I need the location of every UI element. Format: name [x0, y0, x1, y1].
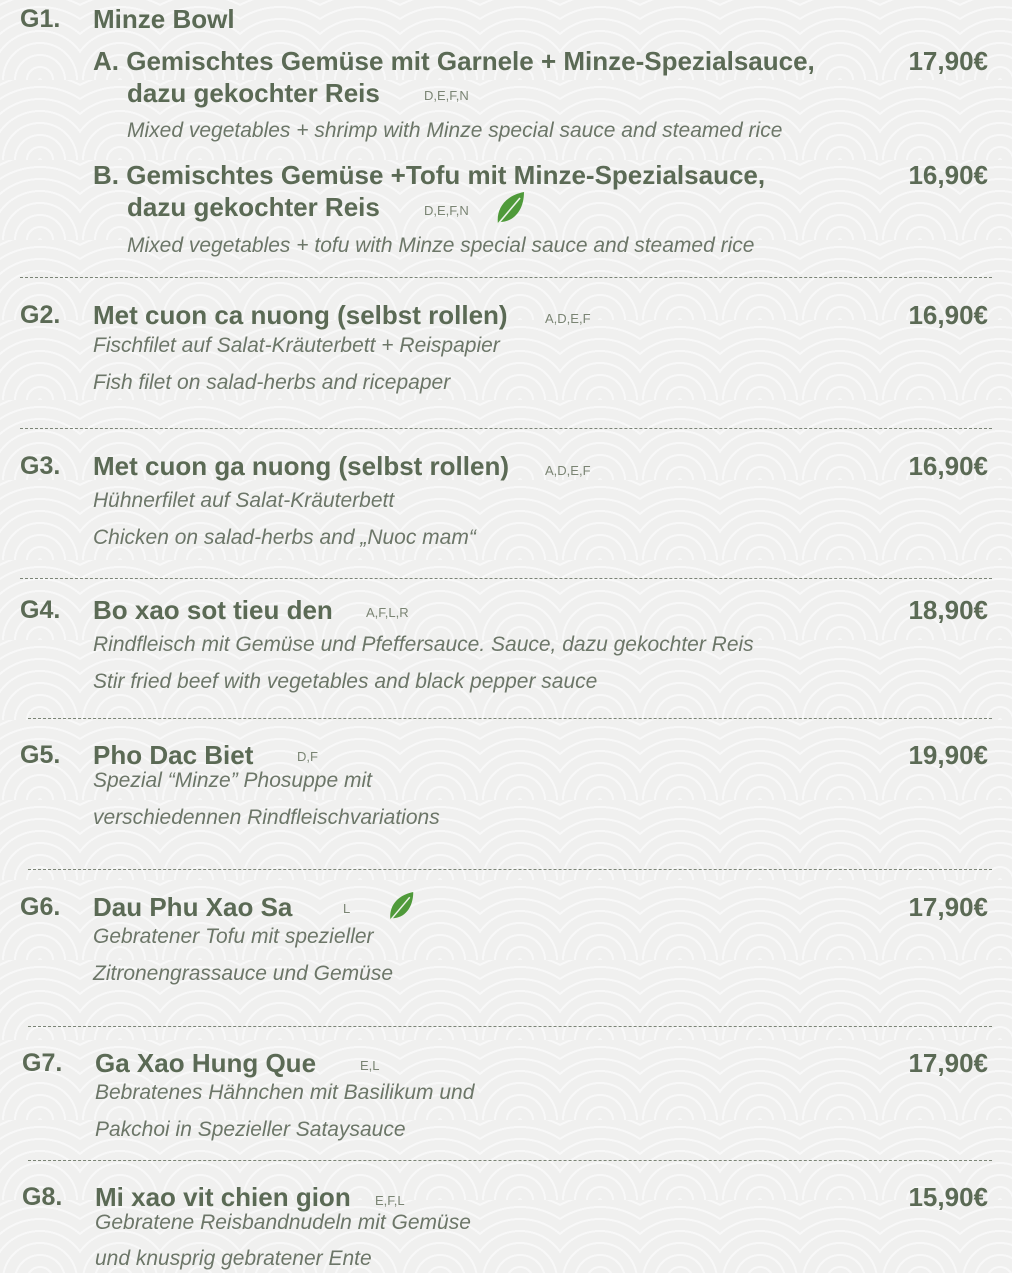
item-german-description: Hühnerfilet auf Salat-Kräuterbett: [93, 489, 395, 512]
allergen-codes: A,D,E,F: [545, 463, 591, 478]
item-german-description: Rindfleisch mit Gemüse und Pfeffersauce.…: [93, 633, 754, 656]
item-english-description: Chicken on salad-herbs and „Nuoc mam“: [93, 526, 476, 549]
item-price: 17,90€: [908, 892, 988, 922]
item-code: G2.: [20, 301, 61, 329]
allergen-codes: A,D,E,F: [545, 311, 591, 326]
vegetarian-leaf-icon: [389, 892, 414, 921]
item-code: G4.: [20, 596, 61, 624]
divider: [28, 1160, 992, 1161]
item-name: Dau Phu Xao Sa: [93, 892, 293, 922]
divider: [20, 578, 992, 579]
item-code: G8.: [22, 1183, 63, 1211]
item-german-description-cont: verschiedennen Rindfleischvariations: [93, 806, 440, 829]
item-name: Mi xao vit chien gion: [95, 1182, 351, 1212]
item-english-description: Fish filet on salad-herbs and ricepaper: [93, 371, 451, 394]
item-name: Ga Xao Hung Que: [95, 1048, 317, 1078]
item-price: 18,90€: [908, 595, 988, 625]
allergen-codes: E,F,L: [375, 1193, 405, 1208]
item-name: Minze Bowl: [93, 4, 235, 34]
item-german-description: Fischfilet auf Salat-Kräuterbett + Reisp…: [93, 334, 500, 357]
item-price: 17,90€: [908, 1048, 988, 1078]
item-price: 15,90€: [908, 1182, 988, 1212]
allergen-codes: L: [343, 901, 351, 916]
item-code: G5.: [20, 741, 61, 769]
divider: [28, 1026, 992, 1027]
item-code: G1.: [20, 5, 61, 33]
item-name: Pho Dac Biet: [93, 740, 254, 770]
divider: [28, 718, 992, 719]
item-english-description: Mixed vegetables + tofu with Minze speci…: [127, 234, 755, 257]
item-german-description: Gebratene Reisbandnudeln mit Gemüse: [95, 1211, 471, 1234]
divider: [28, 869, 992, 870]
allergen-codes: E,L: [360, 1058, 380, 1073]
item-english-description: Mixed vegetables + shrimp with Minze spe…: [127, 119, 783, 142]
item-variant-a-line2: dazu gekochter Reis: [127, 78, 380, 108]
vegetarian-leaf-icon: [497, 192, 524, 225]
item-name: Bo xao sot tieu den: [93, 595, 333, 625]
allergen-codes: A,F,L,R: [366, 605, 409, 620]
item-variant-b-line2: dazu gekochter Reis: [127, 192, 380, 222]
item-name: Met cuon ca nuong (selbst rollen): [93, 300, 508, 330]
item-german-description: Gebratener Tofu mit spezieller: [93, 925, 374, 948]
allergen-codes: D,E,F,N: [424, 88, 469, 103]
item-code: G6.: [20, 893, 61, 921]
item-name: Met cuon ga nuong (selbst rollen): [93, 451, 509, 481]
item-code: G7.: [22, 1049, 63, 1077]
item-variant-b-price: 16,90€: [908, 160, 988, 190]
allergen-codes: D,E,F,N: [424, 203, 469, 218]
item-code: G3.: [20, 452, 61, 480]
divider: [20, 277, 992, 278]
item-price: 16,90€: [908, 300, 988, 330]
item-german-description-cont: Zitronengrassauce und Gemüse: [93, 962, 393, 985]
item-variant-a-price: 17,90€: [908, 46, 988, 76]
item-english-description: Stir fried beef with vegetables and blac…: [93, 670, 598, 693]
item-variant-a-line1: A. Gemischtes Gemüse mit Garnele + Minze…: [93, 46, 815, 76]
item-german-description: Bebratenes Hähnchen mit Basilikum und: [95, 1081, 475, 1104]
allergen-codes: D,F: [297, 749, 318, 764]
item-variant-b-line1: B. Gemischtes Gemüse +Tofu mit Minze-Spe…: [93, 160, 766, 190]
item-german-description-cont: und knusprig gebratener Ente: [95, 1247, 372, 1270]
item-german-description-cont: Pakchoi in Spezieller Sataysauce: [95, 1118, 406, 1141]
item-price: 19,90€: [908, 740, 988, 770]
item-price: 16,90€: [908, 451, 988, 481]
item-german-description: Spezial “Minze” Phosuppe mit: [93, 769, 372, 792]
divider: [20, 428, 992, 429]
